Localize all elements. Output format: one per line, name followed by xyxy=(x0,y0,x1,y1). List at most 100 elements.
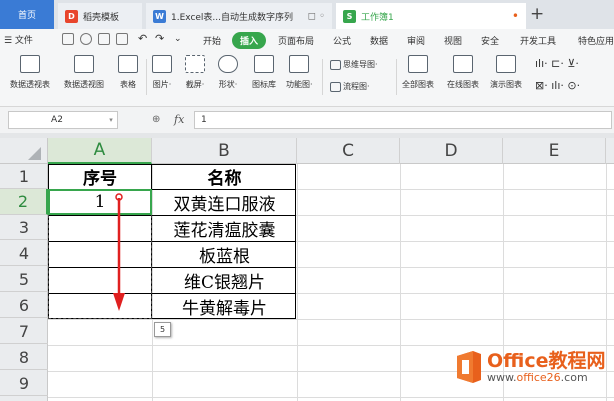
icon-library-icon xyxy=(254,55,274,73)
grid-line xyxy=(606,164,607,401)
ribbon-separator xyxy=(322,59,323,95)
menu-special[interactable]: 特色应用 xyxy=(578,34,614,47)
grid-line xyxy=(48,319,614,320)
grid-line xyxy=(48,345,614,346)
cell-b1[interactable]: 名称 xyxy=(152,164,297,189)
grid-line xyxy=(400,164,401,401)
shapes-button[interactable]: 形状· xyxy=(218,55,238,90)
row-header[interactable]: 9 xyxy=(0,371,48,396)
picture-button[interactable]: 图片· xyxy=(152,55,172,90)
chevron-down-icon[interactable]: ▾ xyxy=(105,116,117,124)
undo-history-icon[interactable] xyxy=(80,33,92,45)
online-chart-icon xyxy=(453,55,473,73)
office26-watermark: Office教程网 www.office26.com xyxy=(453,350,606,384)
tab-home[interactable]: 首页 xyxy=(0,0,54,29)
ribbon-separator xyxy=(146,59,147,95)
cell-b6[interactable]: 牛黄解毒片 xyxy=(152,293,297,319)
file-menu[interactable]: ☰ 文件 xyxy=(4,33,33,46)
new-tab-button[interactable]: + xyxy=(530,4,544,24)
watermark-url: www.office26.com xyxy=(487,371,606,384)
url-suffix: .com xyxy=(560,370,588,384)
row-header[interactable]: 1 xyxy=(0,164,48,189)
screenshot-button[interactable]: 截屏· xyxy=(185,55,205,90)
cell-b4[interactable]: 板蓝根 xyxy=(152,241,297,267)
menu-security[interactable]: 安全 xyxy=(481,34,499,47)
print-icon[interactable] xyxy=(98,33,110,45)
column-header-b[interactable]: B xyxy=(152,138,297,164)
mind-map-icon xyxy=(330,59,341,70)
column-header-a[interactable]: A xyxy=(48,138,152,164)
row-header[interactable]: 4 xyxy=(0,241,48,266)
bar-chart-icon xyxy=(408,55,428,73)
all-charts-button[interactable]: 全部图表 xyxy=(402,55,434,90)
menu-bar: ☰ 文件 ↶ ↷ ⌄ 开始 插入 页面布局 公式 数据 审阅 视图 安全 开发工… xyxy=(0,29,614,51)
tab-label: 工作簿1 xyxy=(361,12,394,23)
function-icon[interactable]: fx xyxy=(174,113,184,126)
tab-excel-doc[interactable]: W 1.Excel表...自动生成数字序列 ◻ ◦ xyxy=(146,3,332,29)
name-box-value: A2 xyxy=(51,115,63,125)
tab-options-icon[interactable]: ◻ ◦ xyxy=(308,11,325,22)
column-header-e[interactable]: E xyxy=(503,138,606,164)
row-header[interactable]: 2 xyxy=(0,189,48,215)
tab-daoke-template[interactable]: D 稻壳模板 xyxy=(58,3,142,29)
table-icon xyxy=(118,55,138,73)
zoom-search-icon[interactable]: ⊕ xyxy=(152,114,160,125)
select-all-corner[interactable] xyxy=(0,138,48,164)
pivot-chart-button[interactable]: 数据透视图 xyxy=(64,55,104,90)
row-header[interactable]: 3 xyxy=(0,215,48,240)
row-header[interactable]: 7 xyxy=(0,319,48,344)
undo-icon[interactable]: ↶ xyxy=(138,32,147,45)
shapes-icon xyxy=(218,55,238,73)
tab-label: 稻壳模板 xyxy=(83,12,120,23)
name-box[interactable]: A2 ▾ xyxy=(8,111,118,129)
writer-icon: W xyxy=(153,9,166,23)
flowchart-button[interactable]: 流程图· xyxy=(330,81,370,92)
quick-access-more-icon[interactable]: ⌄ xyxy=(174,34,182,44)
save-icon[interactable] xyxy=(62,33,74,45)
select-all-icon xyxy=(28,147,41,160)
tab-label: 1.Excel表...自动生成数字序列 xyxy=(171,12,294,23)
grid-line xyxy=(48,397,614,398)
cell-b2[interactable]: 双黄连口服液 xyxy=(152,189,297,215)
active-cell-selection[interactable] xyxy=(48,189,152,215)
unsaved-dot-icon[interactable]: • xyxy=(512,9,519,23)
menu-formulas[interactable]: 公式 xyxy=(333,34,351,47)
column-chart-dropdown[interactable]: ılı· ⊏· ⊻· xyxy=(535,57,579,70)
demo-charts-button[interactable]: 演示图表 xyxy=(490,55,522,90)
menu-data[interactable]: 数据 xyxy=(370,34,388,47)
formula-bar: A2 ▾ ⊕ fx 1 xyxy=(0,107,614,133)
table-button[interactable]: 表格 xyxy=(118,55,138,90)
cell-a1[interactable]: 序号 xyxy=(48,164,152,189)
menu-insert[interactable]: 插入 xyxy=(232,32,267,49)
column-header-c[interactable]: C xyxy=(297,138,400,164)
cell-b3[interactable]: 莲花清瘟胶囊 xyxy=(152,215,297,241)
line-chart-dropdown[interactable]: ⊠· ılı· ⊙· xyxy=(535,79,580,92)
menu-view[interactable]: 视图 xyxy=(444,34,462,47)
row-header[interactable]: 5 xyxy=(0,267,48,292)
tab-workbook1[interactable]: S 工作簿1 • xyxy=(336,3,526,29)
ribbon-separator xyxy=(396,59,397,95)
online-charts-button[interactable]: 在线图表 xyxy=(447,55,479,90)
pivot-table-button[interactable]: 数据透视表 xyxy=(10,55,50,90)
menu-developer[interactable]: 开发工具 xyxy=(520,34,556,47)
print-preview-icon[interactable] xyxy=(116,33,128,45)
daoke-icon: D xyxy=(65,9,78,23)
url-brand: office26 xyxy=(516,370,561,384)
row-header[interactable]: 6 xyxy=(0,293,48,318)
pivot-chart-icon xyxy=(74,55,94,73)
column-header-d[interactable]: D xyxy=(400,138,503,164)
icon-library-button[interactable]: 图标库 xyxy=(252,55,276,90)
formula-input[interactable]: 1 xyxy=(194,111,612,129)
redo-icon[interactable]: ↷ xyxy=(155,32,164,45)
fill-count-tooltip: 5 xyxy=(154,322,171,337)
row-header[interactable]: 8 xyxy=(0,345,48,370)
fill-range-marquee xyxy=(48,215,152,319)
row-headers: 1 2 3 4 5 6 7 8 9 xyxy=(0,164,48,401)
menu-review[interactable]: 审阅 xyxy=(407,34,425,47)
function-chart-button[interactable]: 功能图· xyxy=(286,55,313,90)
menu-page-layout[interactable]: 页面布局 xyxy=(278,34,314,47)
menu-home[interactable]: 开始 xyxy=(203,34,221,47)
mind-map-button[interactable]: 思维导图· xyxy=(330,59,378,70)
flowchart-icon xyxy=(330,81,341,92)
cell-b5[interactable]: 维C银翘片 xyxy=(152,267,297,293)
